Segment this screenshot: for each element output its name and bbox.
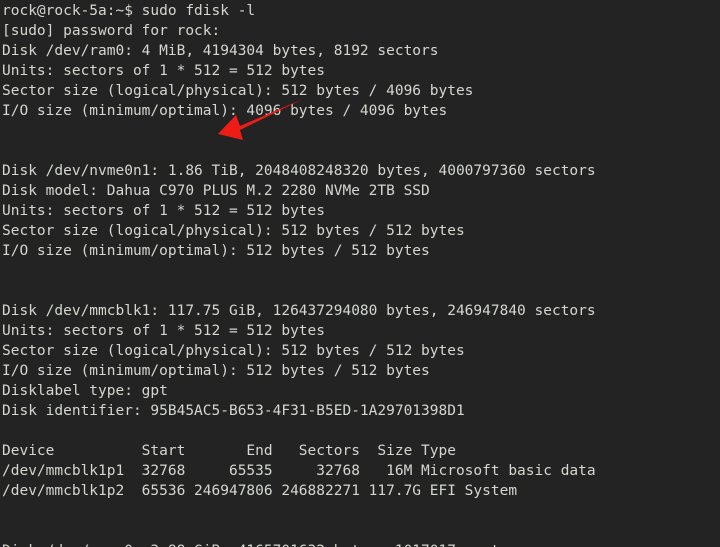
terminal-line: Disk identifier: 95B45AC5-B653-4F31-B5ED…: [2, 403, 465, 419]
terminal-line: /dev/mmcblk1p1 32768 65535 32768 16M Mic…: [2, 463, 596, 479]
terminal-line: Sector size (logical/physical): 512 byte…: [2, 83, 474, 99]
terminal-line: Units: sectors of 1 * 512 = 512 bytes: [2, 203, 326, 219]
terminal-line: I/O size (minimum/optimal): 512 bytes / …: [2, 363, 430, 379]
terminal-line: Disklabel type: gpt: [2, 383, 168, 399]
terminal-line: rock@rock-5a:~$ sudo fdisk -l: [2, 3, 256, 19]
terminal-line: Sector size (logical/physical): 512 byte…: [2, 223, 465, 239]
terminal-line: Disk model: Dahua C970 PLUS M.2 2280 NVM…: [2, 183, 430, 199]
terminal-screen[interactable]: rock@rock-5a:~$ sudo fdisk -l [sudo] pass…: [2, 0, 720, 547]
terminal-line: I/O size (minimum/optimal): 4096 bytes /…: [2, 103, 448, 119]
terminal-window[interactable]: rock@rock-5a:~$ sudo fdisk -l [sudo] pass…: [0, 0, 720, 547]
terminal-line: Units: sectors of 1 * 512 = 512 bytes: [2, 323, 326, 339]
terminal-line: /dev/mmcblk1p2 65536 246947806 246882271…: [2, 483, 518, 499]
terminal-line: I/O size (minimum/optimal): 512 bytes / …: [2, 243, 430, 259]
terminal-line: Disk /dev/mmcblk1: 117.75 GiB, 126437294…: [2, 303, 596, 319]
terminal-line: Units: sectors of 1 * 512 = 512 bytes: [2, 63, 326, 79]
terminal-line: Device Start End Sectors Size Type: [2, 443, 456, 459]
terminal-line: Sector size (logical/physical): 512 byte…: [2, 343, 465, 359]
terminal-line: Disk /dev/zram0: 3.88 GiB, 4165701632 by…: [2, 541, 720, 547]
terminal-line: Disk /dev/nvme0n1: 1.86 TiB, 20484082483…: [2, 163, 596, 179]
terminal-line: Disk /dev/ram0: 4 MiB, 4194304 bytes, 81…: [2, 43, 439, 59]
terminal-line: [sudo] password for rock:: [2, 23, 221, 39]
